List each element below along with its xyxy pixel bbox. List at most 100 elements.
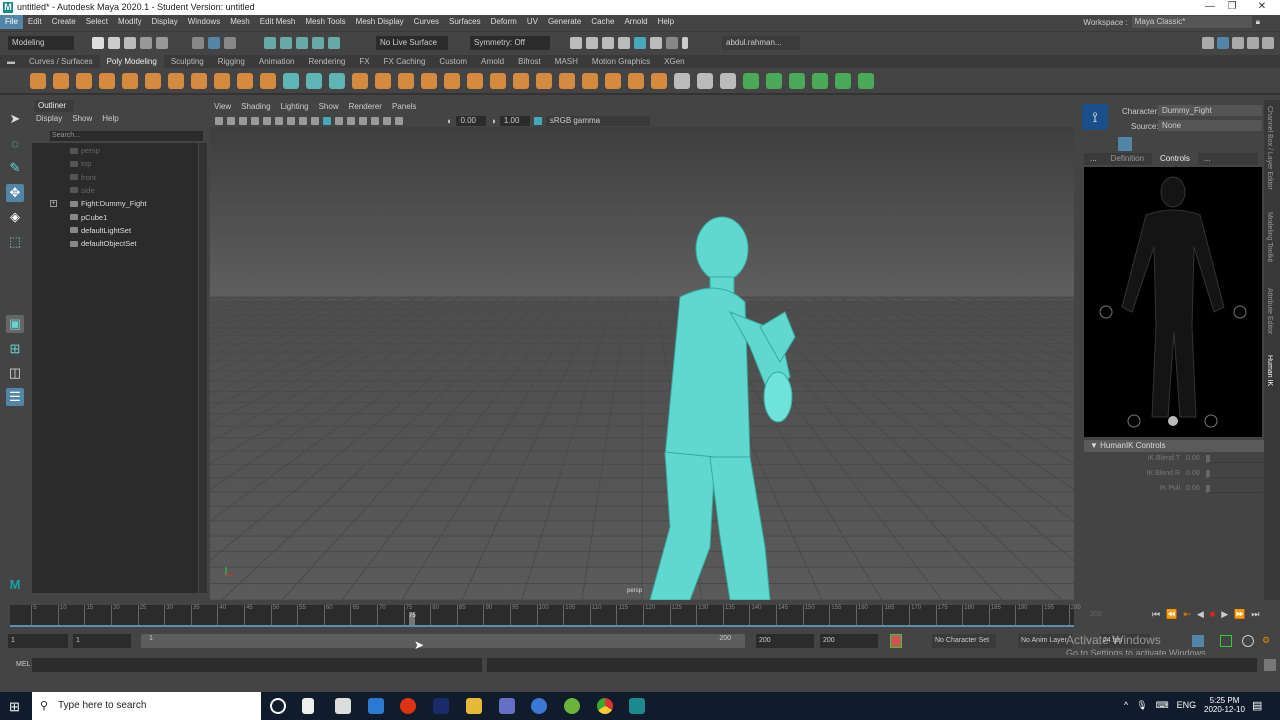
app-s-icon[interactable] [433,698,449,714]
boolean-icon[interactable] [444,72,460,89]
task-view-icon[interactable] [302,698,314,714]
anim-layer-dropdown[interactable]: No Anim Layer [1018,634,1072,648]
cut-uv-icon[interactable] [812,72,828,89]
ik-row-value[interactable]: 0.00 [1186,455,1200,462]
channel-box-icon[interactable] [1262,37,1274,49]
menu-set-dropdown[interactable]: Modeling [8,36,74,50]
character-set-dropdown[interactable]: No Character Set [932,634,996,648]
cube-icon[interactable] [53,72,69,89]
clock[interactable]: 5:25 PM 2020-12-10 [1204,696,1245,714]
cylinder-icon[interactable] [76,72,92,89]
center-pivot-icon[interactable] [283,72,299,89]
move-tool-icon[interactable]: ✥ [6,184,24,202]
shelf-tab-fx[interactable]: FX [352,55,376,68]
insert-loop-icon[interactable] [697,72,713,89]
outliner-menu-display[interactable]: Display [36,114,62,123]
open-scene-icon[interactable] [108,37,120,49]
select-object-icon[interactable] [208,37,220,49]
chrome-icon[interactable] [597,698,613,714]
bevel-icon[interactable] [536,72,552,89]
color-management-icon[interactable] [533,116,542,125]
platonic-icon[interactable] [191,72,207,89]
3d-scene[interactable]: persp [210,127,1074,600]
range-slider-end[interactable]: 200 [719,635,731,642]
planar-icon[interactable] [766,72,782,89]
workspace-dropdown[interactable]: Maya Classic* [1131,16,1252,28]
rotate-tool-icon[interactable]: ◈ [6,208,24,226]
menu-edit-mesh[interactable]: Edit Mesh [255,15,301,29]
wireframe-icon[interactable] [311,116,319,125]
combine-icon[interactable] [352,72,368,89]
menu-curves[interactable]: Curves [409,15,444,29]
cut-icon[interactable] [666,37,678,49]
menu-edit[interactable]: Edit [23,15,47,29]
current-frame-field[interactable]: 200 [1090,611,1102,618]
collapse-arrow-icon[interactable]: ▼ [1090,441,1098,450]
cone-icon[interactable] [99,72,115,89]
shelf-tab-rigging[interactable]: Rigging [211,55,252,68]
menu-select[interactable]: Select [81,15,113,29]
taskbar-search-input[interactable]: Type here to search [32,692,261,720]
two-view-icon[interactable]: ◫ [6,364,24,382]
type-icon[interactable] [237,72,253,89]
lock-icon[interactable]: 🔒︎ [1256,17,1260,27]
menu-uv[interactable]: UV [522,15,543,29]
keyboard-icon[interactable]: ⌨ [1156,700,1169,711]
shelf-tab-rendering[interactable]: Rendering [301,55,352,68]
step-back-frame-icon[interactable]: ⇤ [1183,609,1191,620]
four-view-icon[interactable]: ⊞ [6,340,24,358]
section-title[interactable]: HumanIK Controls [1100,441,1165,450]
preferences-icon[interactable]: ⚙ [1262,635,1274,647]
attribute-editor-icon[interactable] [1232,37,1244,49]
reset-icon[interactable] [329,72,345,89]
shelf-tab-motion-graphics[interactable]: Motion Graphics [585,55,657,68]
loop-icon[interactable] [1242,635,1254,647]
snap-view-icon[interactable] [312,37,324,49]
smooth-shade-icon[interactable] [323,116,331,125]
sphere-icon[interactable] [30,72,46,89]
command-language-label[interactable]: MEL [16,661,30,668]
shelf-tab-custom[interactable]: Custom [432,55,474,68]
menu-display[interactable]: Display [147,15,183,29]
arnold-render-icon[interactable] [634,37,646,49]
windows-start-icon[interactable]: ⊞ [9,699,20,715]
step-back-key-icon[interactable]: ⏪ [1166,609,1177,620]
menu-generate[interactable]: Generate [543,15,586,29]
freeze-icon[interactable] [306,72,322,89]
select-tool-icon[interactable]: ➤ [6,110,24,128]
script-editor-icon[interactable] [1264,659,1276,671]
new-scene-icon[interactable] [92,37,104,49]
paint-select-tool-icon[interactable]: ✎ [6,159,24,177]
viewport-menu-shading[interactable]: Shading [241,102,270,111]
shadows-icon[interactable] [359,116,367,125]
sew-uv-icon[interactable] [835,72,851,89]
outliner-item[interactable]: pCube1 [70,213,107,222]
ipr-render-icon[interactable] [586,37,598,49]
target-weld-icon[interactable] [605,72,621,89]
ik-row-slider[interactable] [1206,455,1262,463]
humanik-character-icon[interactable]: ⟟ [1082,104,1108,130]
viewport-menu-lighting[interactable]: Lighting [281,102,309,111]
range-slider-start[interactable]: 1 [149,635,153,642]
menu-mesh-tools[interactable]: Mesh Tools [300,15,350,29]
play-backward-icon[interactable]: ◀ [1197,609,1204,620]
pause-icon[interactable] [682,37,688,49]
grid-icon[interactable] [263,116,271,125]
cortana-icon[interactable] [270,698,286,714]
time-ruler[interactable]: 5 10 15 20 25 30 35 40 45 50 55 60 65 70 75 80 85 90 95 100… [10,605,1081,627]
snap-point-icon[interactable] [296,37,308,49]
scale-tool-icon[interactable]: ⬚ [6,233,24,251]
playback-start-field[interactable]: 1 [73,634,131,648]
menu-help[interactable]: Help [653,15,679,29]
camera-icon[interactable] [215,116,223,125]
modeling-toolkit-icon[interactable] [1202,37,1214,49]
viewport-menu-renderer[interactable]: Renderer [349,102,382,111]
menu-mesh[interactable]: Mesh [225,15,255,29]
stop-icon[interactable]: ■ [1210,609,1215,620]
menu-cache[interactable]: Cache [586,15,619,29]
outliner-scrollbar[interactable] [199,143,207,593]
menu-surfaces[interactable]: Surfaces [444,15,486,29]
humanik-tab-controls[interactable]: Controls [1152,153,1198,165]
tool-settings-icon[interactable] [1247,37,1259,49]
shelf-tab-arnold[interactable]: Arnold [474,55,511,68]
